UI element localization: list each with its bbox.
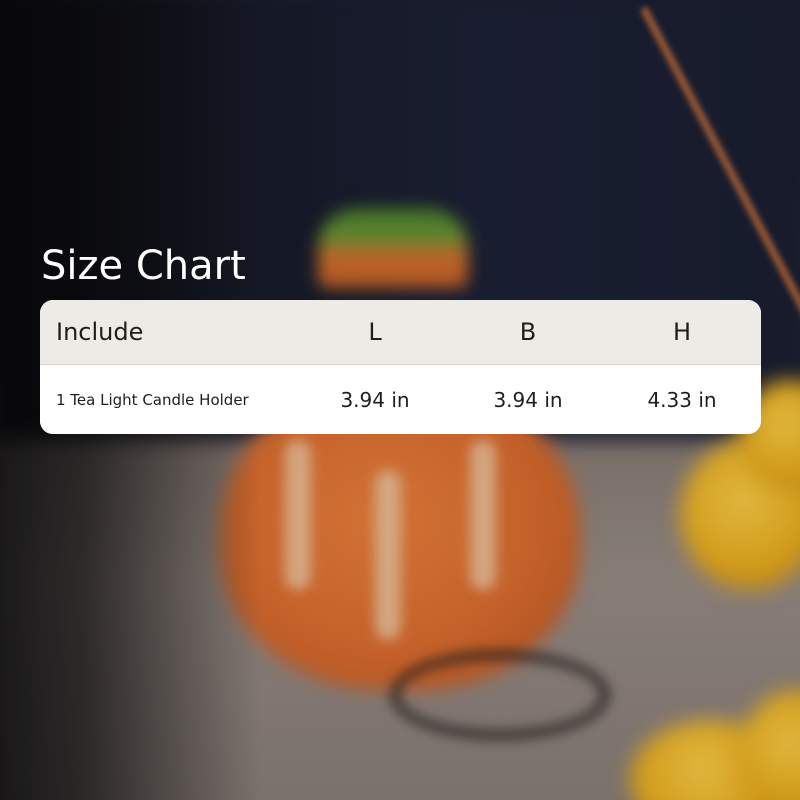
table-header-row: Include L B H [40, 300, 761, 365]
size-chart-table: Include L B H 1 Tea Light Candle Holder … [40, 300, 761, 434]
header-length: L [368, 318, 382, 346]
header-breadth: B [519, 318, 537, 346]
header-include: Include [56, 318, 144, 346]
table-row: 1 Tea Light Candle Holder 3.94 in 3.94 i… [40, 365, 761, 434]
cell-length: 3.94 in [340, 387, 410, 412]
cell-height: 4.33 in [647, 387, 717, 412]
page-title: Size Chart [41, 243, 246, 289]
header-height: H [672, 318, 692, 346]
cell-item-name: 1 Tea Light Candle Holder [56, 390, 249, 409]
cell-breadth: 3.94 in [493, 387, 563, 412]
